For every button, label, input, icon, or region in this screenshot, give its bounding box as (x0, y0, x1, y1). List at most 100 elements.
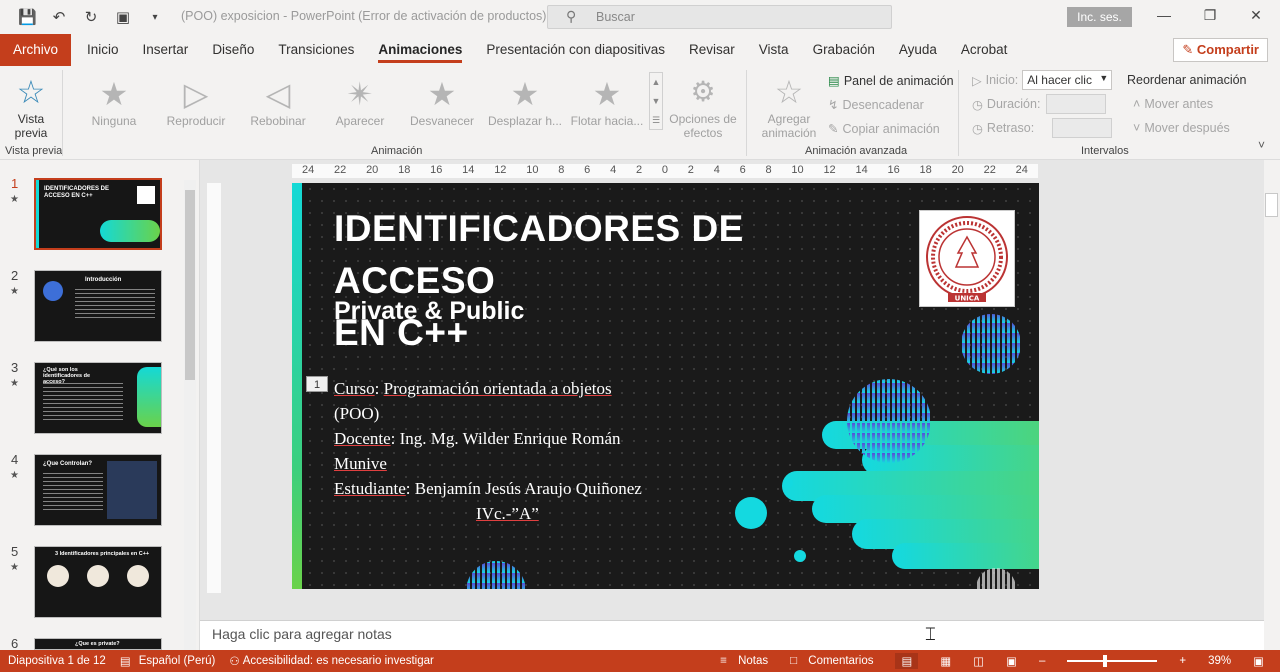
thumbnail-slide-2[interactable]: Introducción (34, 270, 162, 342)
zoom-knob[interactable] (1103, 655, 1108, 667)
move-later-button[interactable]: ˅ Mover después (1133, 121, 1230, 135)
ribbon-tabs: Archivo Inicio Insertar Diseño Transicio… (0, 34, 1280, 66)
anim-flotar[interactable]: ★ Flotar hacia... (568, 74, 646, 128)
tab-vista[interactable]: Vista (747, 34, 801, 66)
notes-pane[interactable]: Haga clic para agregar notas (200, 620, 1264, 650)
preview-button[interactable]: ☆ Vista previa (6, 72, 56, 140)
gallery-scroll[interactable]: ▲ ▼ ☰ (649, 72, 663, 130)
start-select[interactable]: Al hacer clic ▼ (1022, 70, 1113, 90)
seal-label: UNICA (955, 295, 980, 303)
thumbnail-slide-4[interactable]: ¿Que Controlan? (34, 454, 162, 526)
zoom-in-icon[interactable]: + (1179, 655, 1186, 667)
effect-options-button[interactable]: ⚙ Opciones de efectos (666, 72, 740, 140)
comments-toggle[interactable]: □ Comentarios (790, 655, 873, 667)
search-box[interactable]: ⚲ Buscar (547, 5, 892, 29)
thumbnails-scrollbar[interactable] (184, 180, 196, 650)
duration-input[interactable] (1046, 94, 1107, 114)
minimize-icon[interactable]: — (1154, 7, 1174, 23)
spellcheck-icon[interactable]: ▤ (120, 654, 131, 668)
customize-qat-icon[interactable]: ▾ (146, 12, 164, 23)
language-label[interactable]: Español (Perú) (139, 655, 216, 667)
collapse-ribbon-icon[interactable]: ˅ (1258, 138, 1265, 152)
chevron-down-icon: ˅ (1133, 121, 1141, 135)
move-earlier-button[interactable]: ˄ Mover antes (1133, 97, 1213, 111)
slide-1[interactable]: IDENTIFICADORES DE ACCESO EN C++ Private… (292, 183, 1039, 589)
share-button[interactable]: ✎ Compartir (1173, 38, 1268, 62)
tab-acrobat[interactable]: Acrobat (949, 34, 1020, 66)
ruler-tick-label: 24 (302, 164, 315, 176)
save-icon[interactable]: 💾 (18, 8, 37, 26)
trigger-button[interactable]: ↯ Desencadenar (828, 97, 924, 113)
zoom-level[interactable]: 39% (1208, 655, 1231, 667)
tab-animaciones[interactable]: Animaciones (366, 34, 474, 66)
tab-transiciones[interactable]: Transiciones (266, 34, 366, 66)
tab-diseno[interactable]: Diseño (200, 34, 266, 66)
ribbon: ☆ Vista previa Vista previa ★ Ninguna ▷ … (0, 66, 1280, 160)
anim-rebobinar[interactable]: ◁ Rebobinar (242, 74, 314, 128)
normal-view-icon[interactable]: ▤ (895, 653, 919, 669)
thumbnail-slide-3[interactable]: ¿Qué son los identificadores de acceso? (34, 362, 162, 434)
start-label: Inicio: (985, 73, 1019, 87)
animation-pane-button[interactable]: ▤ Panel de animación (828, 73, 954, 89)
anim-desplazar[interactable]: ★ Desplazar h... (486, 74, 564, 128)
slide-subtitle[interactable]: Private & Public (334, 297, 524, 326)
thumb-number: 3 (11, 360, 19, 375)
slide-sorter-icon[interactable]: ▦ (940, 654, 951, 668)
tab-presentacion[interactable]: Presentación con diapositivas (474, 34, 677, 66)
ruler-tick-label: 4 (610, 164, 617, 176)
notes-label: Notas (738, 655, 769, 667)
float-star-icon: ★ (592, 76, 622, 112)
status-bar-right: ≡ Notas □ Comentarios ▤ ▦ ◫ ▣ – + 39% ▣ (712, 650, 1280, 672)
animation-order-tag[interactable]: 1 (306, 376, 328, 392)
sign-in-button[interactable]: Inc. ses. (1067, 7, 1132, 27)
present-icon[interactable]: ▣ (114, 8, 132, 26)
duration-row: ◷ Duración: (972, 94, 1107, 114)
animation-pane-label: Panel de animación (843, 73, 954, 88)
title-bar: 💾 ↶ ↻ ▣ ▾ (POO) exposicion - PowerPoint … (0, 0, 1280, 34)
close-icon[interactable]: ✕ (1246, 7, 1266, 24)
teacher-label: Docente (334, 429, 391, 448)
tab-ayuda[interactable]: Ayuda (887, 34, 949, 66)
reading-view-icon[interactable]: ◫ (973, 654, 984, 668)
duration-label: Duración: (986, 97, 1041, 111)
anim-desvanecer[interactable]: ★ Desvanecer (406, 74, 478, 128)
slideshow-icon[interactable]: ▣ (1006, 654, 1017, 668)
anim-ninguna[interactable]: ★ Ninguna (78, 74, 150, 128)
share-label: Compartir (1196, 42, 1259, 57)
redo-icon[interactable]: ↻ (82, 8, 100, 26)
anim-label: Desvanecer (409, 114, 475, 128)
tab-grabacion[interactable]: Grabación (801, 34, 887, 66)
course-cont: (POO) (334, 404, 380, 423)
slide-body-text[interactable]: Curso: Programación orientada a objetos … (334, 376, 642, 526)
fit-slide-icon[interactable]: ▣ (1253, 654, 1264, 668)
student-label: Estudiante (334, 479, 406, 498)
ruler-tick-label: 12 (823, 164, 836, 176)
notes-toggle[interactable]: ≡ Notas (720, 655, 768, 667)
zoom-out-icon[interactable]: – (1039, 655, 1045, 667)
anim-reproducir[interactable]: ▷ Reproducir (160, 74, 232, 128)
undo-icon[interactable]: ↶ (50, 8, 68, 26)
tab-archivo[interactable]: Archivo (0, 34, 72, 66)
thumb-number: 1 (11, 176, 19, 191)
animation-star-icon: ★ (10, 470, 19, 481)
add-animation-button[interactable]: ☆ Agregar animación (752, 72, 826, 140)
copy-animation-button[interactable]: ✎ Copiar animación (828, 121, 940, 137)
tab-insertar[interactable]: Insertar (131, 34, 201, 66)
thumbnail-slide-6[interactable]: ¿Que es private? (34, 638, 162, 650)
accessibility-label[interactable]: Accesibilidad: es necesario investigar (243, 655, 434, 667)
striped-circle (847, 379, 931, 463)
anim-aparecer[interactable]: ✴ Aparecer (324, 74, 396, 128)
zoom-slider[interactable] (1067, 655, 1158, 667)
thumb-title: ¿Que Controlan? (43, 461, 92, 467)
slide-title[interactable]: IDENTIFICADORES DE ACCESO EN C++ (334, 203, 914, 359)
thumbnail-slide-1[interactable]: IDENTIFICADORES DE ACCESO EN C++ (34, 178, 162, 250)
canvas-scrollbar[interactable] (1264, 183, 1280, 563)
thumbnail-slide-5[interactable]: 3 Identificadores principales en C++ (34, 546, 162, 618)
thumb-title: IDENTIFICADORES DE ACCESO EN C++ (44, 186, 110, 199)
tab-inicio[interactable]: Inicio (75, 34, 131, 66)
delay-input[interactable] (1052, 118, 1113, 138)
ruler-tick-label: 24 (1015, 164, 1028, 176)
accessibility-icon: ⚇ (229, 656, 240, 668)
restore-icon[interactable]: ❐ (1200, 7, 1220, 24)
tab-revisar[interactable]: Revisar (677, 34, 747, 66)
